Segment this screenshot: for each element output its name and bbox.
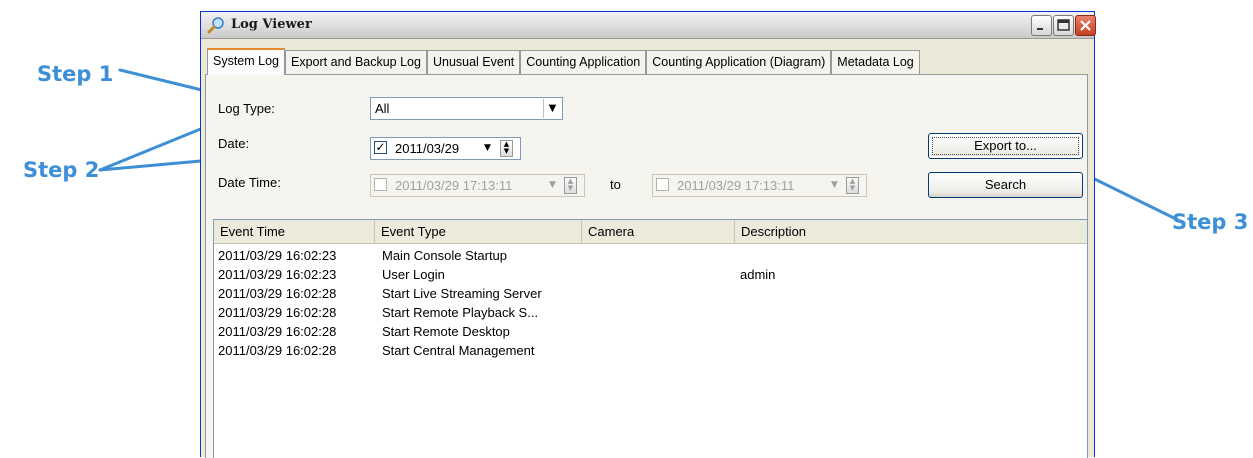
cell-event-time: 2011/03/29 16:02:23 [218,248,337,263]
cell-event-type: User Login [382,267,445,282]
title-bar[interactable]: Log Viewer [201,12,1096,39]
datetime-to-spinner[interactable]: ▲ ▼ [846,177,859,194]
step3-label: Step 3 [1172,210,1249,234]
column-event-type[interactable]: Event Type [375,220,582,243]
datetime-to-label: to [610,177,621,192]
log-type-select[interactable]: All ▼ [370,97,563,120]
date-label: Date: [218,136,250,151]
step2-label: Step 2 [23,158,100,182]
datetime-from-picker[interactable]: 2011/03/29 17:13:11 ▼ ▲ ▼ [370,174,585,197]
chevron-down-icon[interactable]: ▼ [543,99,561,118]
log-viewer-window: Log Viewer System Log Export and Backup … [200,11,1096,458]
log-type-value: All [375,101,390,116]
datetime-to-checkbox[interactable] [656,178,669,191]
minimize-icon [1037,28,1043,30]
maximize-icon [1057,19,1070,31]
magnifier-icon [207,17,224,34]
column-description[interactable]: Description [735,220,1087,243]
search-button[interactable]: Search [928,172,1083,198]
cell-event-time: 2011/03/29 16:02:28 [218,324,337,339]
export-button[interactable]: Export to... [928,133,1083,159]
datetime-to-value: 2011/03/29 17:13:11 [677,178,795,193]
tab-export-backup-log[interactable]: Export and Backup Log [285,50,427,74]
step2-pointer-datetime [98,158,214,172]
datetime-label: Date Time: [218,175,281,190]
chevron-down-icon[interactable]: ▼ [549,180,556,190]
tab-counting-application[interactable]: Counting Application [520,50,647,74]
cell-description: admin [740,267,776,282]
tab-counting-application-diagram[interactable]: Counting Application (Diagram) [646,50,832,74]
datetime-from-spinner[interactable]: ▲ ▼ [564,177,577,194]
datetime-to-picker[interactable]: 2011/03/29 17:13:11 ▼ ▲ ▼ [652,174,867,197]
cell-event-time: 2011/03/29 16:02:28 [218,286,337,301]
close-button[interactable] [1075,15,1096,36]
date-picker[interactable]: ✓ 2011/03/29 ▼ ▲ ▼ [370,137,521,160]
chevron-down-icon[interactable]: ▼ [831,180,838,190]
cell-event-type: Start Live Streaming Server [382,286,542,301]
maximize-button[interactable] [1053,15,1074,36]
cell-event-time: 2011/03/29 16:02:28 [218,343,337,358]
tab-system-log[interactable]: System Log [207,48,286,75]
cell-event-type: Start Central Management [382,343,535,358]
cell-event-time: 2011/03/29 16:02:28 [218,305,337,320]
date-value: 2011/03/29 [395,141,460,156]
list-header: Event Time Event Type Camera Description [214,220,1087,244]
date-checkbox[interactable]: ✓ [374,141,387,154]
chevron-down-icon[interactable]: ▼ [484,143,491,153]
cell-event-type: Main Console Startup [382,248,508,263]
tab-unusual-event[interactable]: Unusual Event [426,50,521,74]
tab-strip: System Log Export and Backup Log Unusual… [207,48,920,75]
step2-pointer-date [98,124,210,172]
date-spinner[interactable]: ▲ ▼ [500,140,513,157]
cell-event-type: Start Remote Playback S... [382,305,539,320]
step1-label: Step 1 [37,62,114,86]
step1-pointer [118,68,212,94]
window-title: Log Viewer [231,17,312,32]
cell-event-type: Start Remote Desktop [382,324,510,339]
minimize-button[interactable] [1031,15,1052,36]
column-camera[interactable]: Camera [582,220,735,243]
log-type-label: Log Type: [218,101,275,116]
datetime-from-value: 2011/03/29 17:13:11 [395,178,513,193]
log-list[interactable]: Event Time Event Type Camera Description… [213,219,1088,458]
cell-event-time: 2011/03/29 16:02:23 [218,267,337,282]
column-event-time[interactable]: Event Time [214,220,375,243]
tab-metadata-log[interactable]: Metadata Log [831,50,920,74]
datetime-from-checkbox[interactable] [374,178,387,191]
close-icon [1080,20,1091,31]
